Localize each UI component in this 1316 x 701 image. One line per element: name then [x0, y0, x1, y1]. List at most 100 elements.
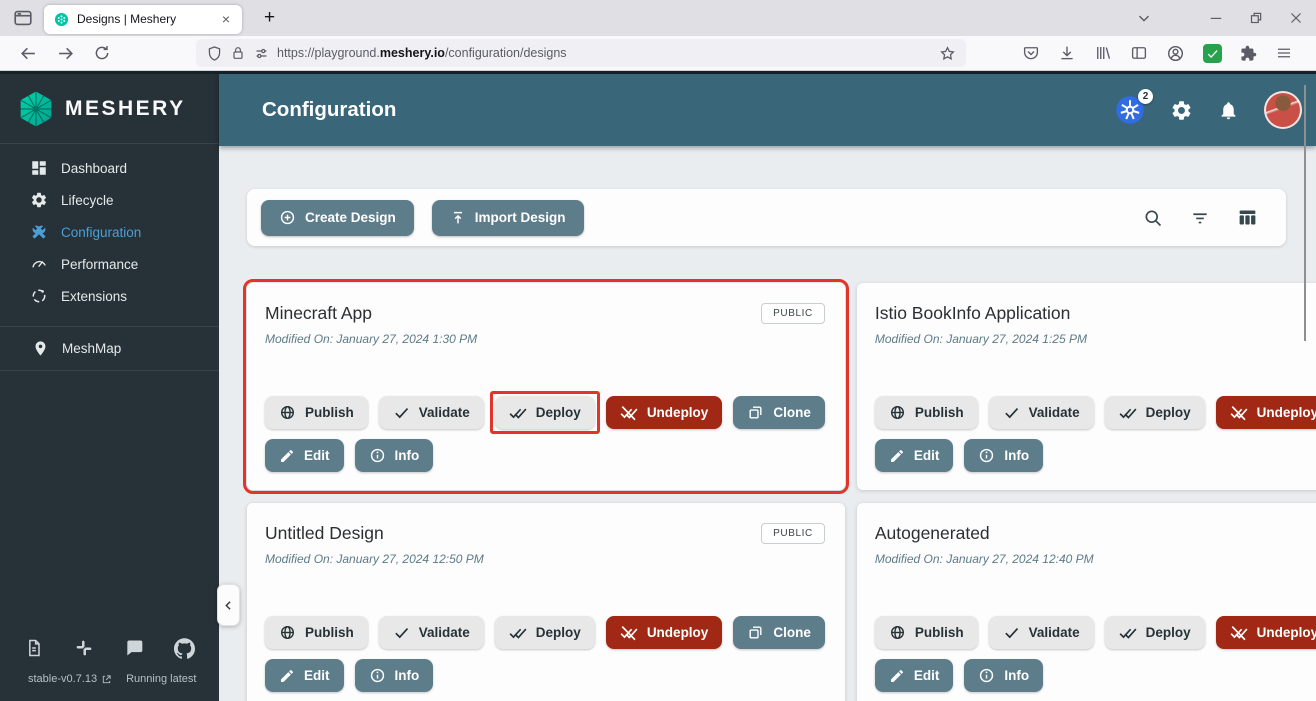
grid-view-icon[interactable] — [1237, 207, 1258, 228]
docs-icon[interactable] — [24, 638, 44, 658]
modified-on-text: Modified On: January 27, 2024 1:25 PM — [875, 332, 1316, 346]
edit-button[interactable]: Edit — [875, 439, 954, 472]
undeploy-button[interactable]: Undeploy — [606, 396, 723, 429]
sidebar-item-configuration[interactable]: Configuration — [0, 216, 219, 248]
label: Edit — [304, 668, 330, 683]
kubernetes-context-icon[interactable]: 2 — [1115, 95, 1145, 125]
publish-button[interactable]: Publish — [875, 616, 978, 649]
url-bar[interactable]: https://playground.meshery.io/configurat… — [196, 39, 966, 67]
page-title: Configuration — [262, 98, 396, 122]
browser-window: Designs | Meshery × + https://playground… — [0, 0, 1316, 701]
label: Undeploy — [1257, 405, 1316, 420]
modified-on-text: Modified On: January 27, 2024 1:30 PM — [265, 332, 825, 346]
permissions-icon[interactable] — [253, 45, 270, 62]
info-button[interactable]: Info — [355, 439, 434, 472]
pocket-icon[interactable] — [1013, 44, 1049, 62]
info-button[interactable]: Info — [964, 659, 1043, 692]
sidebar-item-label: Dashboard — [61, 161, 127, 176]
sidebar-toggle-icon[interactable] — [1121, 44, 1157, 62]
sidebar-footer-icons — [0, 638, 219, 659]
validate-button[interactable]: Validate — [989, 396, 1094, 429]
settings-gear-icon[interactable] — [1170, 99, 1193, 122]
design-title: Istio BookInfo Application — [875, 303, 1071, 324]
filter-icon[interactable] — [1190, 208, 1210, 228]
validate-button[interactable]: Validate — [989, 616, 1094, 649]
copy-icon — [747, 404, 764, 421]
window-minimize-button[interactable] — [1196, 9, 1236, 27]
version-link[interactable]: stable-v0.7.13 — [28, 673, 112, 685]
publish-button[interactable]: Publish — [875, 396, 978, 429]
deploy-button[interactable]: Deploy — [1105, 616, 1205, 649]
downloads-icon[interactable] — [1049, 44, 1085, 62]
sidebar-item-meshmap[interactable]: MeshMap — [0, 326, 219, 371]
sidebar-item-extensions[interactable]: Extensions — [0, 280, 219, 312]
globe-icon — [889, 404, 906, 421]
sidebar-item-lifecycle[interactable]: Lifecycle — [0, 184, 219, 216]
edit-button[interactable]: Edit — [265, 439, 344, 472]
sidebar-item-performance[interactable]: Performance — [0, 248, 219, 280]
clone-button[interactable]: Clone — [733, 396, 825, 429]
globe-icon — [279, 404, 296, 421]
bookmark-star-icon[interactable] — [939, 45, 956, 62]
label: Info — [395, 668, 420, 683]
publish-button[interactable]: Publish — [265, 616, 368, 649]
lifecycle-gear-icon — [30, 191, 48, 209]
deploy-button[interactable]: Deploy — [495, 396, 595, 429]
shield-icon[interactable] — [206, 45, 223, 62]
publish-button[interactable]: Publish — [265, 396, 368, 429]
adblock-extension-icon[interactable] — [1194, 44, 1231, 63]
content-area: Create Design Import Design — [219, 146, 1316, 701]
performance-gauge-icon — [30, 255, 48, 273]
slack-icon[interactable] — [74, 638, 94, 658]
label: Deploy — [536, 405, 581, 420]
browser-tab[interactable]: Designs | Meshery × — [44, 5, 242, 34]
create-design-button[interactable]: Create Design — [261, 200, 414, 236]
undeploy-button[interactable]: Undeploy — [1216, 616, 1316, 649]
tab-close-icon[interactable]: × — [218, 10, 234, 28]
sidebar-collapse-button[interactable] — [217, 584, 240, 626]
library-icon[interactable] — [1085, 44, 1121, 62]
notifications-bell-icon[interactable] — [1218, 100, 1239, 121]
import-design-button[interactable]: Import Design — [432, 200, 584, 236]
user-avatar[interactable] — [1264, 91, 1302, 129]
edit-button[interactable]: Edit — [875, 659, 954, 692]
sidebar-item-label: Extensions — [61, 289, 127, 304]
page-scrollbar[interactable] — [1304, 85, 1306, 341]
sidebar-item-dashboard[interactable]: Dashboard — [0, 152, 219, 184]
undeploy-button[interactable]: Undeploy — [606, 616, 723, 649]
design-title: Untitled Design — [265, 523, 384, 544]
undeploy-button[interactable]: Undeploy — [1216, 396, 1316, 429]
meshery-logo[interactable]: MESHERY — [0, 74, 219, 144]
validate-button[interactable]: Validate — [379, 616, 484, 649]
url-text[interactable]: https://playground.meshery.io/configurat… — [277, 46, 932, 60]
validate-button[interactable]: Validate — [379, 396, 484, 429]
list-tabs-icon[interactable] — [1124, 9, 1164, 27]
forward-icon[interactable] — [47, 44, 84, 63]
new-tab-button[interactable]: + — [258, 7, 281, 29]
info-button[interactable]: Info — [964, 439, 1043, 472]
discuss-chat-icon[interactable] — [124, 638, 144, 658]
extensions-puzzle-icon[interactable] — [1231, 45, 1266, 62]
sidebar: MESHERY Dashboard Lifecycle Configuratio… — [0, 74, 219, 701]
dashboard-icon — [30, 159, 48, 177]
edit-button[interactable]: Edit — [265, 659, 344, 692]
info-button[interactable]: Info — [355, 659, 434, 692]
check-icon — [393, 624, 410, 641]
window-close-button[interactable] — [1276, 9, 1316, 27]
deploy-button[interactable]: Deploy — [495, 616, 595, 649]
github-icon[interactable] — [174, 638, 195, 659]
designs-grid: Minecraft App PUBLIC Modified On: Januar… — [247, 283, 1286, 701]
window-restore-button[interactable] — [1236, 9, 1276, 27]
back-icon[interactable] — [10, 44, 47, 63]
plus-circle-icon — [279, 209, 296, 226]
clone-button[interactable]: Clone — [733, 616, 825, 649]
lock-icon[interactable] — [230, 45, 246, 61]
search-icon[interactable] — [1143, 208, 1163, 228]
label: Undeploy — [1257, 625, 1316, 640]
menu-hamburger-icon[interactable] — [1266, 44, 1302, 62]
deploy-button[interactable]: Deploy — [1105, 396, 1205, 429]
firefox-view-icon[interactable] — [12, 7, 34, 29]
reload-icon[interactable] — [84, 44, 120, 62]
account-icon[interactable] — [1157, 44, 1194, 63]
double-check-icon — [509, 624, 527, 642]
